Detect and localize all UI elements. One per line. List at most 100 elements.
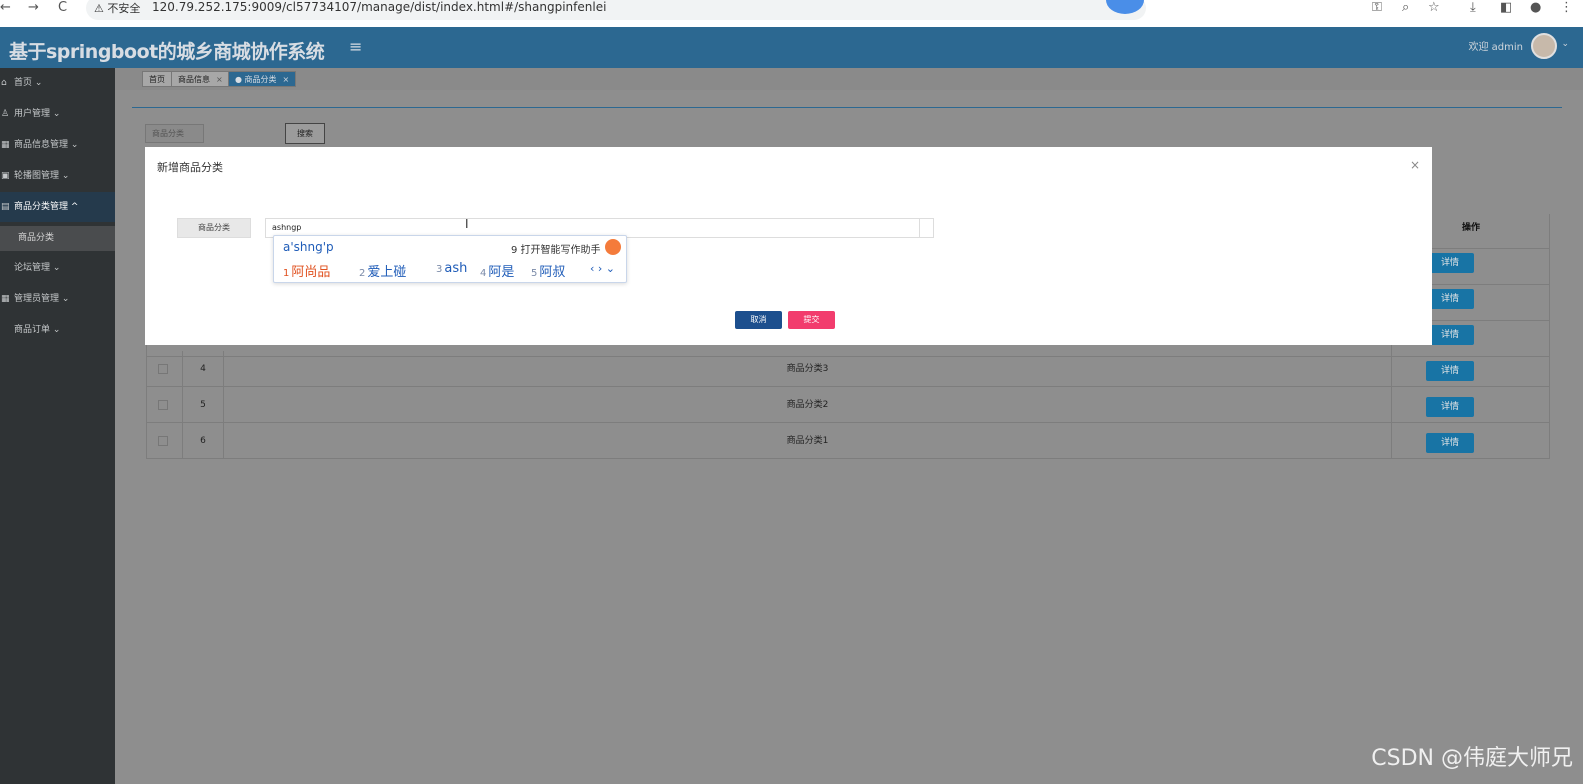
close-icon[interactable]: × — [283, 75, 290, 84]
list-icon: ▤ — [1, 202, 10, 212]
row-category-name: 商品分类2 — [786, 400, 829, 410]
ime-candidate[interactable]: 1 阿尚品 — [283, 261, 330, 280]
candidate-number: 1 — [283, 268, 290, 279]
ime-candidate[interactable]: 2 爱上碰 — [359, 261, 406, 280]
address-bar[interactable]: ⚠ 不安全 120.79.252.175:9009/cl57734107/man… — [86, 0, 1146, 20]
close-icon[interactable]: × — [1410, 158, 1420, 172]
row-index: 5 — [182, 387, 224, 423]
ime-candidate[interactable]: 4 阿是 — [480, 261, 514, 280]
avatar[interactable] — [1531, 33, 1557, 59]
tab-label: ● 商品分类 — [235, 75, 277, 84]
ime-candidate-popup: a'shng'p 9 打开智能写作助手 1 阿尚品 2 爱上碰 3 ash 4 阿是 5… — [273, 235, 627, 283]
close-icon[interactable]: × — [216, 75, 223, 84]
star-icon[interactable]: ☆ — [1428, 0, 1440, 16]
cancel-button[interactable]: 取消 — [735, 311, 782, 329]
dialog-title: 新增商品分类 — [157, 161, 223, 174]
table-row: 5 商品分类2 — [146, 387, 1550, 423]
sidebar-item-label: 商品分类管理 ^ — [14, 202, 79, 212]
sidebar-item-users[interactable]: ♙ 用户管理 ⌄ — [0, 99, 115, 129]
reload-icon[interactable]: C — [58, 0, 67, 16]
forward-icon[interactable]: → — [28, 0, 39, 16]
sidebar-item-carousel[interactable]: ▣ 轮播图管理 ⌄ — [0, 161, 115, 191]
sidebar-item-label: 管理员管理 ⌄ — [14, 294, 70, 304]
app-header: 基于springboot的城乡商城协作系统 ≡ 欢迎 admin ⌄ — [0, 27, 1583, 68]
table-row: 6 商品分类1 — [146, 423, 1550, 459]
user-icon: ♙ — [1, 109, 10, 119]
tab-label: 首页 — [149, 75, 165, 84]
ime-assist-link[interactable]: 9 打开智能写作助手 — [511, 241, 601, 256]
candidate-number: 2 — [359, 268, 366, 279]
ime-candidate[interactable]: 5 阿叔 — [531, 261, 565, 280]
sidebar-item-products[interactable]: ▦ 商品信息管理 ⌄ — [0, 130, 115, 160]
sidebar-item-label: 用户管理 ⌄ — [14, 109, 61, 119]
search-input[interactable]: 商品分类 — [145, 124, 204, 143]
candidate-text: 爱上碰 — [367, 265, 407, 280]
sidebar-item-label: 商品订单 ⌄ — [14, 325, 61, 335]
ime-candidate[interactable]: 3 ash — [436, 261, 467, 276]
detail-button[interactable]: 详情 — [1426, 289, 1474, 309]
back-icon[interactable]: ← — [0, 0, 11, 16]
row-index: 4 — [182, 351, 224, 387]
sidebar-item-label: 商品信息管理 ⌄ — [14, 140, 79, 150]
sidepanel-icon[interactable]: ◧ — [1500, 0, 1512, 16]
home-icon: ⌂ — [1, 78, 7, 88]
submit-button[interactable]: 提交 — [788, 311, 835, 329]
tab-label: 商品信息 — [178, 75, 210, 84]
detail-button[interactable]: 详情 — [1426, 253, 1474, 273]
detail-button[interactable]: 详情 — [1426, 361, 1474, 381]
sidebar-item-label: 轮播图管理 ⌄ — [14, 171, 70, 181]
sidebar-subitem-category[interactable]: 商品分类 — [0, 226, 115, 251]
sidebar-item-label: 论坛管理 ⌄ — [14, 263, 61, 273]
security-warning[interactable]: ⚠ 不安全 — [94, 0, 140, 16]
assistant-icon[interactable] — [605, 239, 621, 255]
candidate-text: 阿是 — [488, 265, 515, 280]
watermark: CSDN @伟庭大师兄 — [1371, 746, 1573, 771]
candidate-number: 4 — [480, 268, 487, 279]
row-category-name: 商品分类1 — [786, 436, 829, 446]
candidate-text: ash — [444, 261, 468, 276]
sidebar-item-admins[interactable]: ▦ 管理员管理 ⌄ — [0, 284, 115, 314]
ime-pinyin: a'shng'p — [283, 240, 334, 254]
candidate-text: 阿尚品 — [291, 265, 331, 280]
welcome-text: 欢迎 admin — [1468, 42, 1523, 53]
sidebar-item-home[interactable]: ⌂ 首页 ⌄ — [0, 68, 115, 98]
row-category-name: 商品分类3 — [786, 364, 829, 374]
grid-icon: ▦ — [1, 294, 10, 304]
detail-button[interactable]: 详情 — [1426, 325, 1474, 345]
key-icon[interactable]: ⚿ — [1372, 0, 1382, 16]
row-checkbox[interactable] — [158, 436, 168, 446]
tab-home[interactable]: 首页 — [142, 71, 172, 87]
sidebar-item-forum[interactable]: 论坛管理 ⌄ — [0, 253, 115, 283]
row-checkbox[interactable] — [158, 400, 168, 410]
candidate-text: 阿叔 — [539, 265, 566, 280]
tab-product-info[interactable]: 商品信息 × — [171, 71, 230, 87]
sidebar-item-label: 首页 ⌄ — [14, 78, 43, 88]
download-icon[interactable]: ⤓ — [1470, 0, 1476, 16]
row-checkbox[interactable] — [158, 364, 168, 374]
sidebar-item-orders[interactable]: 商品订单 ⌄ — [0, 315, 115, 345]
browser-toolbar: ← → C ⚠ 不安全 120.79.252.175:9009/cl577341… — [0, 0, 1583, 22]
app-title: 基于springboot的城乡商城协作系统 — [9, 41, 325, 63]
detail-button[interactable]: 详情 — [1426, 433, 1474, 453]
url-text[interactable]: 120.79.252.175:9009/cl57734107/manage/di… — [152, 0, 606, 14]
category-field-label: 商品分类 — [177, 218, 251, 238]
detail-button[interactable]: 详情 — [1426, 397, 1474, 417]
candidate-number: 5 — [531, 268, 538, 279]
candidate-number: 3 — [436, 264, 443, 275]
menu-toggle-icon[interactable]: ≡ — [349, 37, 362, 56]
sidebar-item-categories[interactable]: ▤ 商品分类管理 ^ — [0, 192, 115, 222]
image-icon: ▣ — [1, 171, 10, 181]
zoom-icon[interactable]: ⌕ — [1402, 0, 1409, 16]
table-row: 4 商品分类3 — [146, 351, 1550, 387]
text-cursor-icon: I — [465, 217, 469, 231]
ime-page-arrows[interactable]: ‹ › ⌄ — [590, 262, 615, 275]
more-icon[interactable]: ⋮ — [1560, 0, 1573, 16]
sidebar: ⌂ 首页 ⌄ ♙ 用户管理 ⌄ ▦ 商品信息管理 ⌄ ▣ 轮播图管理 ⌄ ▤ 商品分类管理… — [0, 68, 115, 784]
row-index: 6 — [182, 423, 224, 459]
chevron-down-icon[interactable]: ⌄ — [1561, 39, 1569, 49]
tab-product-category[interactable]: ● 商品分类 × — [228, 71, 297, 87]
search-button[interactable]: 搜索 — [285, 123, 325, 144]
grid-icon: ▦ — [1, 140, 10, 150]
input-suffix — [920, 218, 934, 238]
account-icon[interactable]: ● — [1530, 0, 1541, 16]
